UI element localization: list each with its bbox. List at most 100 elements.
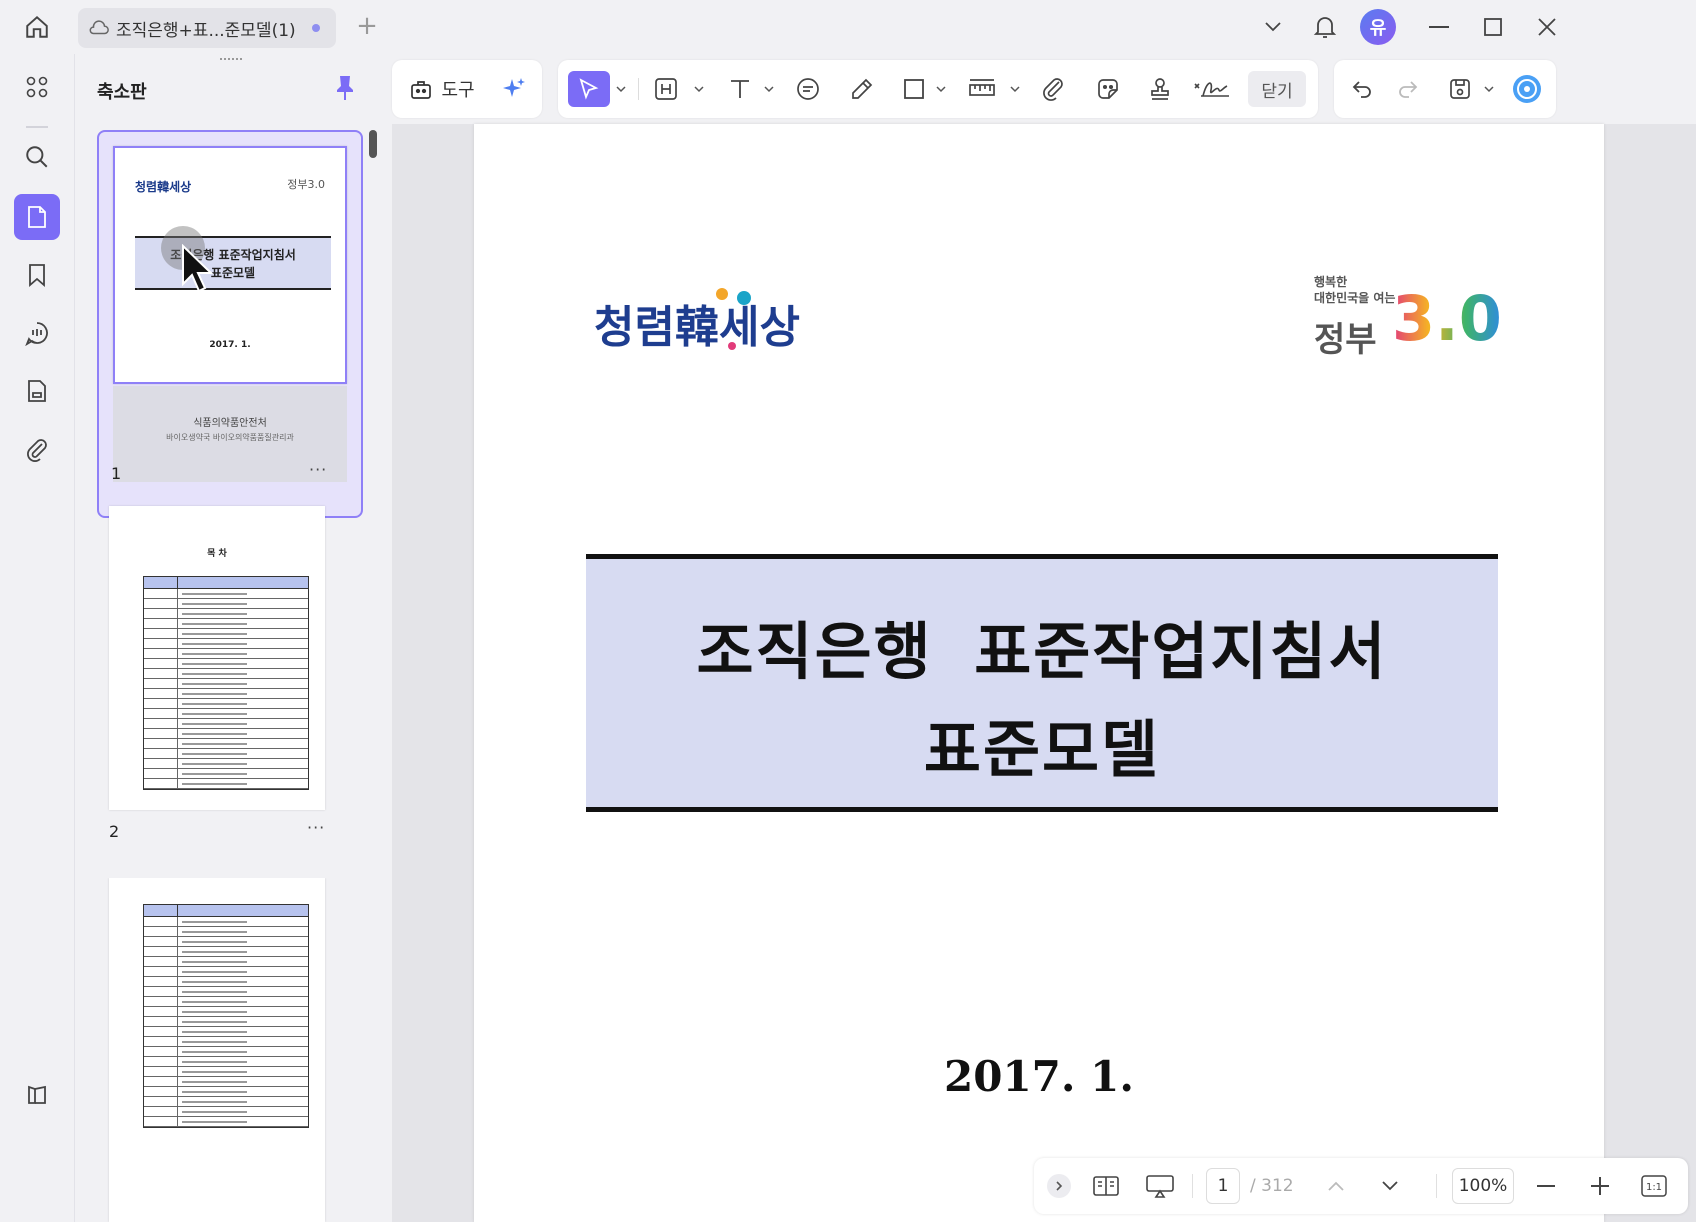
chevron-down-icon[interactable] <box>694 85 704 93</box>
thumb-toc-row <box>144 977 308 987</box>
chevron-down-icon[interactable] <box>1010 85 1020 93</box>
text-icon[interactable] <box>722 71 758 107</box>
thumbnail-page-1[interactable]: 청렴韓세상 정부3.0 조직은행 표준작업지침서 표준모델 2017. 1. 식… <box>97 130 363 518</box>
maximize-icon[interactable] <box>1476 8 1510 46</box>
current-page-input[interactable]: 1 <box>1206 1168 1240 1204</box>
thumb-toc-row <box>144 1027 308 1037</box>
mouse-cursor-icon <box>182 244 214 293</box>
attach-icon[interactable] <box>1036 71 1072 107</box>
attachment-icon[interactable] <box>14 426 60 472</box>
measure-icon[interactable] <box>962 71 1002 107</box>
select-cursor-icon[interactable] <box>568 71 610 107</box>
pencil-icon[interactable] <box>844 71 880 107</box>
chevron-down-icon[interactable] <box>1484 85 1494 93</box>
document-icon[interactable] <box>14 368 60 414</box>
two-page-view-icon[interactable] <box>1088 1168 1124 1204</box>
thumbnail-page-3[interactable] <box>97 878 363 1222</box>
user-avatar[interactable]: 유 <box>1360 8 1396 46</box>
save-icon[interactable] <box>1442 71 1478 107</box>
expand-nav-button[interactable] <box>1044 1168 1074 1204</box>
zoom-level[interactable]: 100% <box>1452 1168 1514 1204</box>
close-tools-button[interactable]: 닫기 <box>1248 71 1306 107</box>
zoom-out-icon[interactable] <box>1528 1168 1564 1204</box>
total-pages: / 312 <box>1250 1176 1294 1196</box>
thumb-gov-logo: 정부3.0 <box>287 178 325 191</box>
search-icon[interactable] <box>14 134 60 180</box>
thumb-toc-row <box>144 699 308 709</box>
thumb-toc-row <box>144 1017 308 1027</box>
sticker-icon[interactable] <box>1090 71 1126 107</box>
avatar: 유 <box>1360 9 1396 45</box>
nav-divider <box>1192 1174 1193 1198</box>
highlight-icon[interactable] <box>648 71 684 107</box>
thumb-toc-row <box>144 779 308 789</box>
stamp-icon[interactable] <box>1142 71 1178 107</box>
thumb-toc-row <box>144 987 308 997</box>
thumb-toc-row <box>144 769 308 779</box>
chevron-down-icon[interactable] <box>616 85 626 93</box>
ai-assistant-icon[interactable] <box>1508 71 1546 107</box>
minimize-icon[interactable] <box>1422 8 1456 46</box>
bell-icon[interactable] <box>1308 8 1342 46</box>
document-date: 2017. 1. <box>944 1052 1134 1101</box>
presentation-icon[interactable] <box>1142 1168 1178 1204</box>
thumbnails-icon[interactable] <box>14 194 60 240</box>
thumb-toc-row <box>144 659 308 669</box>
close-icon[interactable] <box>1530 8 1564 46</box>
rectangle-icon[interactable] <box>896 71 932 107</box>
thumb-toc-row <box>144 589 308 599</box>
tools-button[interactable]: 도구 <box>406 71 478 107</box>
title-banner: 조직은행 표준작업지침서 표준모델 <box>586 554 1498 812</box>
thumb-more-button[interactable]: ··· <box>307 818 325 837</box>
thumb-toc-row <box>144 619 308 629</box>
thumb-toc-row <box>144 1107 308 1117</box>
thumb-ministry: 식품의약품안전처 <box>193 418 267 429</box>
thumbnail-image <box>109 878 325 1222</box>
new-tab-button[interactable]: + <box>352 12 382 42</box>
home-icon[interactable] <box>20 10 54 44</box>
gov-slogan-line1: 행복한 <box>1314 275 1348 289</box>
panel-resize-grip[interactable] <box>220 58 242 62</box>
cloud-icon <box>89 20 109 35</box>
thumb-toc-row <box>144 1057 308 1067</box>
chevron-down-icon[interactable] <box>936 85 946 93</box>
redo-icon[interactable] <box>1390 71 1426 107</box>
actual-size-icon[interactable]: 1:1 <box>1636 1168 1672 1204</box>
undo-icon[interactable] <box>1344 71 1380 107</box>
comment-icon[interactable] <box>14 310 60 356</box>
pin-icon[interactable] <box>334 74 356 102</box>
chevron-down-icon[interactable] <box>764 85 774 93</box>
ai-sparkle-icon[interactable] <box>496 71 532 107</box>
tab-title: 조직은행+표...준모델(1) <box>116 20 296 41</box>
document-subtitle: 표준모델 <box>923 713 1161 786</box>
document-viewer[interactable]: 청렴韓세상 행복한 대한민국을 여는 정부 3.0 조직은행 표준작업지침서 표… <box>392 124 1696 1222</box>
thumb-toc-row <box>144 709 308 719</box>
chevron-up-icon[interactable] <box>1318 1168 1354 1204</box>
tools-group: 도구 <box>392 60 542 118</box>
gov-slogan: 행복한 대한민국을 여는 <box>1314 274 1395 306</box>
chevron-down-icon[interactable] <box>1258 8 1288 46</box>
pdf-page: 청렴韓세상 행복한 대한민국을 여는 정부 3.0 조직은행 표준작업지침서 표… <box>474 124 1604 1222</box>
thumbnail-page-2[interactable]: 목 차 2 ··· <box>97 506 363 846</box>
thumb-toc-title: 목 차 <box>207 549 227 559</box>
bookmark-icon[interactable] <box>14 252 60 298</box>
thumb-toc-row <box>144 679 308 689</box>
document-tab[interactable]: 조직은행+표...준모델(1) <box>78 8 336 48</box>
panel-scrollbar[interactable] <box>369 130 377 158</box>
zoom-in-icon[interactable] <box>1582 1168 1618 1204</box>
thumb-toc-row <box>144 1117 308 1127</box>
signature-icon[interactable] <box>1190 71 1234 107</box>
thumb-toc-row <box>144 609 308 619</box>
chevron-down-icon[interactable] <box>1372 1168 1408 1204</box>
thumb-toc-row <box>144 967 308 977</box>
thumb-toc-row <box>144 639 308 649</box>
note-icon[interactable] <box>790 71 826 107</box>
thumb-toc-row <box>144 1047 308 1057</box>
annotation-tools-group: 닫기 <box>558 60 1318 118</box>
library-icon[interactable] <box>14 1072 60 1118</box>
thumb-more-button[interactable]: ··· <box>309 460 327 479</box>
thumb-page-number: 1 <box>111 464 122 483</box>
thumb-toc-row <box>144 739 308 749</box>
thumb-toc-row <box>144 957 308 967</box>
apps-grid-icon[interactable] <box>14 64 60 110</box>
